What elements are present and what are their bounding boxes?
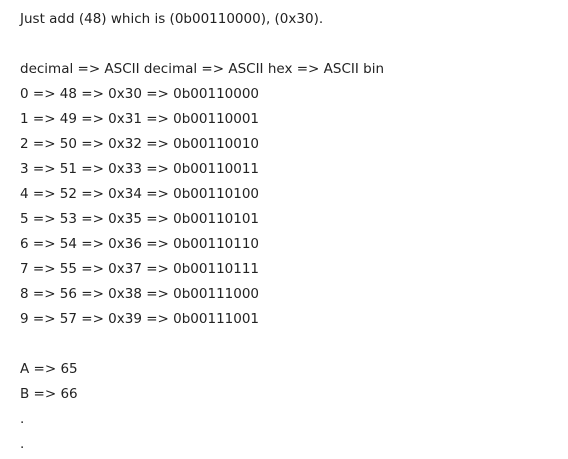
table-row: 6 => 54 => 0x36 => 0b00110110 bbox=[20, 236, 260, 252]
table-row: 4 => 52 => 0x34 => 0b00110100 bbox=[20, 186, 260, 202]
table-row: 0 => 48 => 0x30 => 0b00110000 bbox=[20, 86, 260, 102]
table-header: decimal => ASCII decimal => ASCII hex =>… bbox=[20, 61, 385, 77]
list-item: A => 65 bbox=[20, 361, 78, 377]
conversion-table: decimal => ASCII decimal => ASCII hex =>… bbox=[20, 57, 384, 332]
table-row: 7 => 55 => 0x37 => 0b00110111 bbox=[20, 261, 260, 277]
table-row: 5 => 53 => 0x35 => 0b00110101 bbox=[20, 211, 260, 227]
table-row: 9 => 57 => 0x39 => 0b00111001 bbox=[20, 311, 260, 327]
list-item: . bbox=[20, 411, 25, 427]
table-row: 3 => 51 => 0x33 => 0b00110011 bbox=[20, 161, 260, 177]
table-row: 1 => 49 => 0x31 => 0b00110001 bbox=[20, 111, 260, 127]
letters-list: A => 65 B => 66 . . bbox=[20, 357, 78, 457]
table-row: 8 => 56 => 0x38 => 0b00111000 bbox=[20, 286, 260, 302]
list-item: . bbox=[20, 436, 25, 452]
intro-text: Just add (48) which is (0b00110000), (0x… bbox=[20, 11, 324, 27]
table-row: 2 => 50 => 0x32 => 0b00110010 bbox=[20, 136, 260, 152]
list-item: B => 66 bbox=[20, 386, 78, 402]
